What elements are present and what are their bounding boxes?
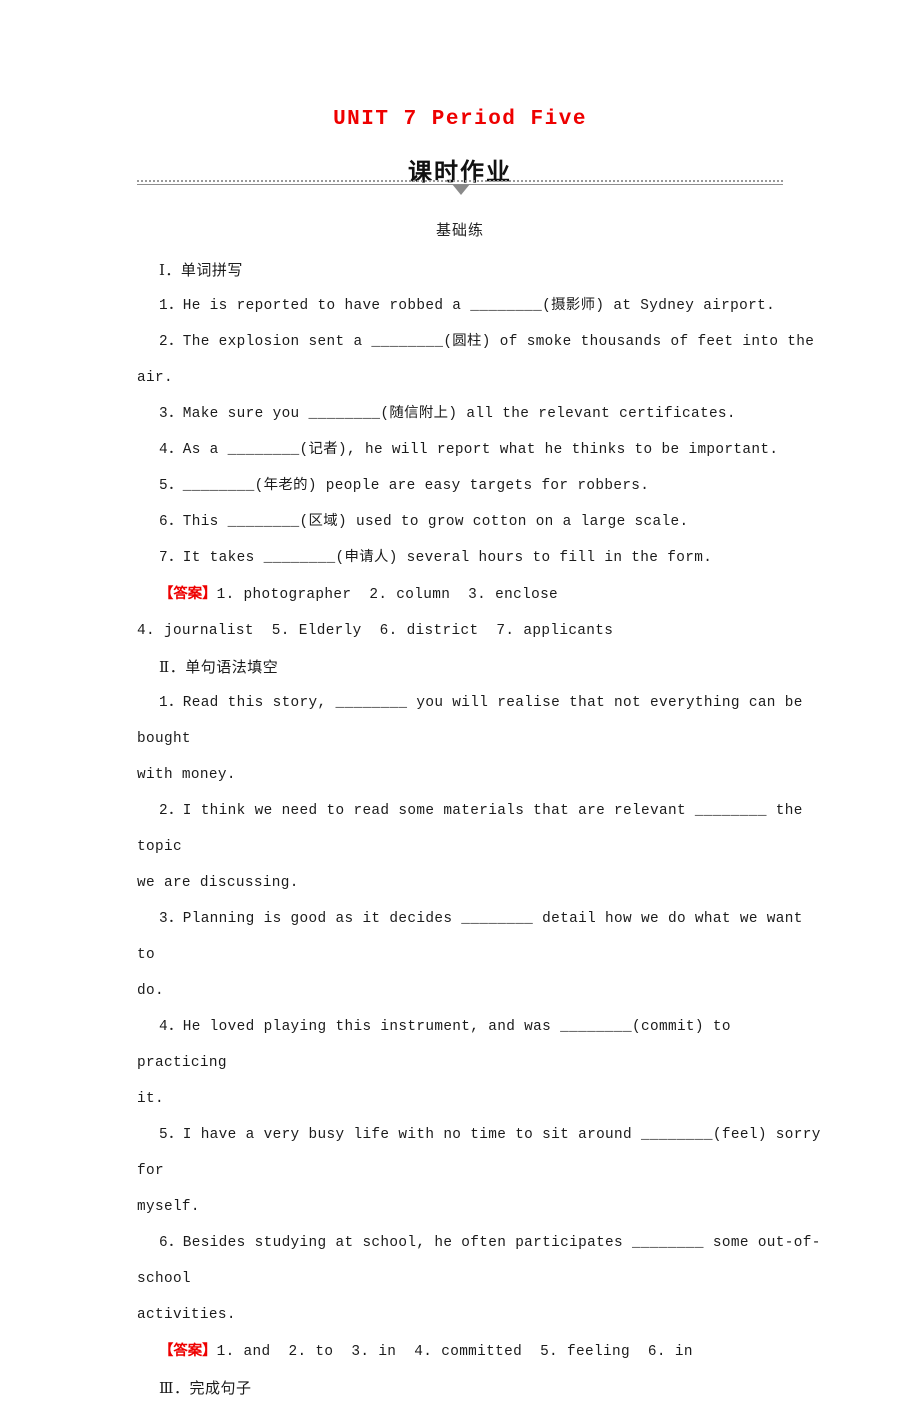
question-line-wrap: it.: [137, 1091, 164, 1107]
answer-tag: 【答案】: [159, 1342, 217, 1359]
question-line: 6．Besides studying at school, he often p…: [137, 1235, 821, 1287]
question-line: 3．Planning is good as it decides _______…: [137, 911, 812, 963]
question-line: 6．This ________(区域) used to grow cotton …: [159, 514, 689, 530]
section-heading-3: Ⅲ．完成句子: [159, 1379, 252, 1397]
question-line: 7．It takes ________(申请人) several hours t…: [159, 550, 713, 566]
question-line: 3．Make sure you ________(随信附上) all the r…: [159, 406, 736, 422]
question-line: 1．Read this story, ________ you will rea…: [137, 695, 812, 747]
question-line: 2．I think we need to read some materials…: [137, 803, 812, 855]
worksheet-page: UNIT 7 Period Five 课时作业 基础练 Ⅰ．单词拼写 1．He …: [0, 0, 920, 1397]
section-heading-1: Ⅰ．单词拼写: [159, 261, 243, 279]
practice-level-badge: 基础练: [435, 221, 484, 239]
answer-line-wrap: 4. journalist 5. Elderly 6. district 7. …: [137, 623, 614, 639]
question-line-wrap: we are discussing.: [137, 875, 299, 891]
header-divider: [137, 180, 783, 198]
caret-down-icon: [452, 184, 470, 195]
answer-text: 1. photographer 2. column 3. enclose: [216, 587, 559, 603]
question-line-wrap: do.: [137, 983, 164, 999]
question-line: 2．The explosion sent a ________(圆柱) of s…: [159, 334, 815, 350]
question-line-wrap: with money.: [137, 767, 236, 783]
answer-tag: 【答案】: [159, 585, 217, 602]
section-heading-2: Ⅱ．单句语法填空: [159, 658, 279, 676]
worksheet-content: Ⅰ．单词拼写 1．He is reported to have robbed a…: [137, 252, 827, 1406]
answer-text: 1. and 2. to 3. in 4. committed 5. feeli…: [216, 1344, 693, 1360]
page-title: UNIT 7 Period Five: [333, 108, 587, 131]
question-line: 4．As a ________(记者), he will report what…: [159, 442, 779, 458]
question-line-wrap: activities.: [137, 1307, 236, 1323]
question-line: 5．I have a very busy life with no time t…: [137, 1127, 830, 1179]
divider-dotted-line: [137, 180, 783, 182]
question-line: 1．He is reported to have robbed a ______…: [159, 298, 776, 314]
question-line: 4．He loved playing this instrument, and …: [137, 1019, 740, 1071]
question-line: 5．________(年老的) people are easy targets …: [159, 478, 650, 494]
answer-line: 【答案】1. photographer 2. column 3. enclose: [137, 576, 827, 613]
question-line-wrap: myself.: [137, 1199, 200, 1215]
answer-line: 【答案】1. and 2. to 3. in 4. committed 5. f…: [137, 1333, 827, 1370]
question-line-wrap: air.: [137, 370, 173, 386]
